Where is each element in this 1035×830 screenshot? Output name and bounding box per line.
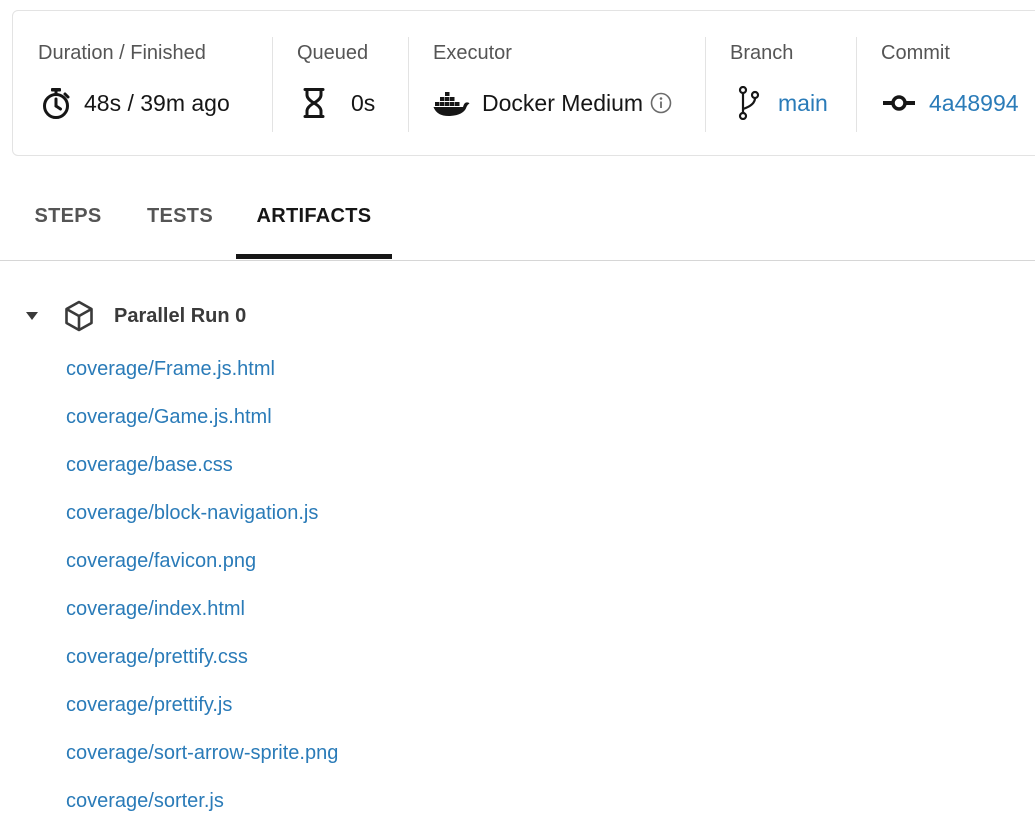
artifact-list: coverage/Frame.js.html coverage/Game.js.… (66, 350, 338, 830)
docker-icon (433, 89, 470, 117)
artifact-link[interactable]: coverage/base.css (66, 454, 233, 476)
artifact-group-title: Parallel Run 0 (114, 304, 247, 327)
branch-link[interactable]: main (778, 90, 828, 117)
divider (272, 37, 273, 132)
divider (856, 37, 857, 132)
duration-label: Duration / Finished (38, 42, 206, 64)
info-icon[interactable] (650, 92, 672, 114)
artifact-link[interactable]: coverage/prettify.js (66, 694, 232, 716)
duration-value: 48s / 39m ago (84, 89, 230, 116)
tab-steps[interactable]: STEPS (20, 172, 116, 260)
tab-artifacts[interactable]: ARTIFACTS (236, 172, 392, 260)
commit-label: Commit (881, 42, 950, 64)
hourglass-icon (303, 87, 325, 119)
list-item: coverage/Frame.js.html (66, 350, 338, 398)
stopwatch-icon (41, 87, 71, 119)
artifact-link[interactable]: coverage/Game.js.html (66, 406, 272, 428)
artifact-link[interactable]: coverage/index.html (66, 598, 245, 620)
tab-tests[interactable]: TESTS (132, 172, 228, 260)
divider (408, 37, 409, 132)
list-item: coverage/favicon.png (66, 542, 338, 590)
caret-down-icon[interactable] (22, 311, 42, 321)
job-summary-card: Duration / Finished 48s / 39m ago Queued (12, 10, 1035, 156)
commit-link[interactable]: 4a48994 (929, 90, 1019, 117)
tab-bar: STEPS TESTS ARTIFACTS (0, 172, 1035, 261)
list-item: coverage/base.css (66, 446, 338, 494)
artifact-link[interactable]: coverage/favicon.png (66, 550, 256, 572)
artifact-link[interactable]: coverage/sorter.js (66, 790, 224, 812)
executor-label: Executor (433, 42, 512, 64)
list-item: coverage/sorter.js (66, 782, 338, 830)
list-item: coverage/Game.js.html (66, 398, 338, 446)
artifact-link[interactable]: coverage/sort-arrow-sprite.png (66, 742, 338, 764)
list-item: coverage/block-navigation.js (66, 494, 338, 542)
executor-value: Docker Medium (482, 89, 644, 116)
list-item: coverage/index.html (66, 590, 338, 638)
queued-value: 0s (351, 89, 376, 116)
git-commit-icon (883, 94, 915, 112)
artifact-link[interactable]: coverage/prettify.css (66, 646, 248, 668)
package-icon (64, 300, 94, 332)
artifact-link[interactable]: coverage/block-navigation.js (66, 502, 318, 524)
list-item: coverage/prettify.css (66, 638, 338, 686)
queued-label: Queued (297, 42, 369, 64)
active-tab-indicator (236, 254, 392, 259)
git-branch-icon (738, 86, 760, 120)
divider (705, 37, 706, 132)
list-item: coverage/prettify.js (66, 686, 338, 734)
artifact-link[interactable]: coverage/Frame.js.html (66, 358, 275, 380)
artifact-group-header[interactable]: Parallel Run 0 (22, 297, 246, 335)
branch-label: Branch (730, 42, 794, 64)
list-item: coverage/sort-arrow-sprite.png (66, 734, 338, 782)
